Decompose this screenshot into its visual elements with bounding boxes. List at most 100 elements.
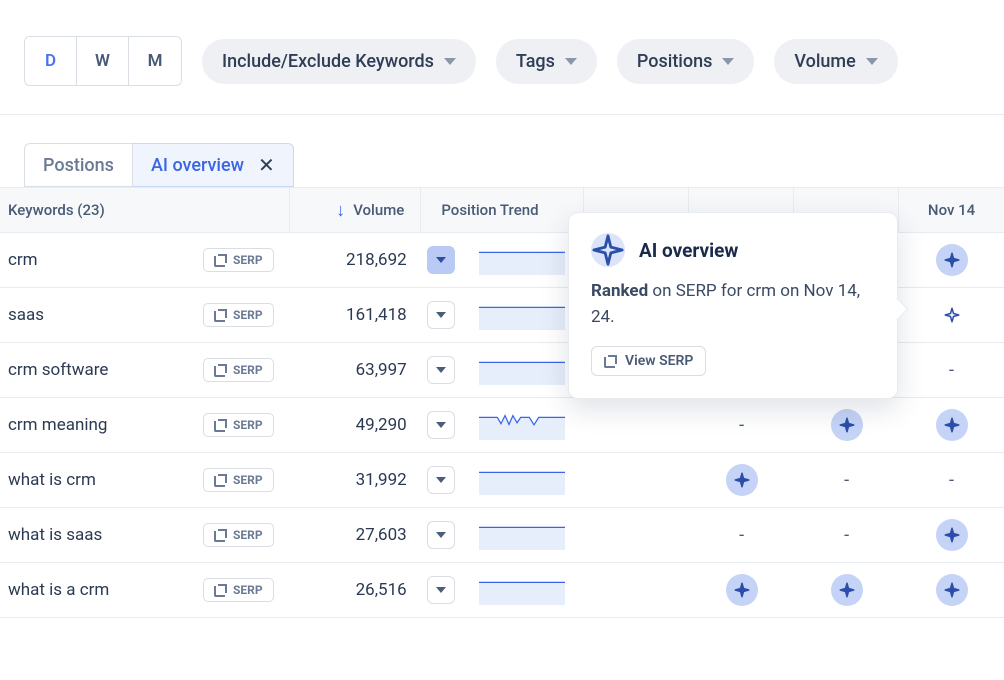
date-cell xyxy=(899,409,1004,441)
serp-label: SERP xyxy=(233,308,263,322)
keyword-text: crm software xyxy=(8,360,108,380)
serp-button[interactable]: SERP xyxy=(203,578,274,602)
expand-button[interactable] xyxy=(427,301,455,329)
volume-cell: 218,692 xyxy=(292,250,423,270)
period-toggle: D W M xyxy=(24,36,182,86)
expand-cell xyxy=(423,301,460,329)
volume-cell: 26,516 xyxy=(292,580,423,600)
expand-button[interactable] xyxy=(427,521,455,549)
header-count: (23) xyxy=(74,201,105,219)
volume-cell: 27,603 xyxy=(292,525,423,545)
expand-button[interactable] xyxy=(427,576,455,604)
expand-button[interactable] xyxy=(427,246,455,274)
period-m[interactable]: M xyxy=(129,37,181,85)
external-link-icon xyxy=(214,529,227,542)
chevron-down-icon xyxy=(565,58,577,65)
view-tabs: Postions AI overview ✕ xyxy=(0,115,1004,187)
popover-ranked: Ranked xyxy=(591,281,648,301)
view-serp-button[interactable]: View SERP xyxy=(591,346,706,376)
expand-cell xyxy=(423,246,460,274)
header-volume[interactable]: ↓ Volume xyxy=(290,188,421,232)
expand-button[interactable] xyxy=(427,411,455,439)
date-cell xyxy=(899,299,1004,331)
serp-label: SERP xyxy=(233,418,263,432)
date-cell xyxy=(899,244,1004,276)
expand-cell xyxy=(423,411,460,439)
expand-cell xyxy=(423,466,460,494)
serp-label: SERP xyxy=(233,473,263,487)
table-row: crm meaning SERP 49,290 - xyxy=(0,398,1004,453)
tab-label: AI overview xyxy=(151,155,244,176)
serp-button[interactable]: SERP xyxy=(203,468,274,492)
sparkle-icon xyxy=(936,244,968,276)
keyword-text: saas xyxy=(8,305,44,325)
date-cell: - xyxy=(689,525,794,546)
header-label: Keywords xyxy=(8,201,74,219)
date-cell xyxy=(689,574,794,606)
popover-title: AI overview xyxy=(639,239,738,262)
volume-cell: 63,997 xyxy=(292,360,423,380)
filter-volume[interactable]: Volume xyxy=(774,39,897,84)
sparkle-icon xyxy=(936,519,968,551)
close-icon[interactable]: ✕ xyxy=(258,153,275,177)
filter-positions[interactable]: Positions xyxy=(617,39,755,84)
date-cell: - xyxy=(794,525,899,546)
header-date-3[interactable]: Nov 14 xyxy=(899,188,1004,232)
chevron-down-icon xyxy=(436,257,446,263)
keyword-cell: what is crmSERP xyxy=(0,468,292,492)
top-controls: D W M Include/Exclude Keywords Tags Posi… xyxy=(0,0,1004,115)
popover-header: AI overview xyxy=(591,233,875,267)
chevron-down-icon xyxy=(436,422,446,428)
date-cell: - xyxy=(899,360,1004,381)
date-cell: - xyxy=(689,415,794,436)
keyword-cell: what is a crm SERP xyxy=(0,578,292,602)
chevron-down-icon xyxy=(444,58,456,65)
external-link-icon xyxy=(214,584,227,597)
keyword-cell: crm meaning SERP xyxy=(0,413,292,437)
chevron-down-icon xyxy=(866,58,878,65)
keyword-text: what is a crm xyxy=(8,580,109,600)
serp-label: SERP xyxy=(233,363,263,377)
date-cell xyxy=(794,409,899,441)
trend-cell xyxy=(460,410,584,440)
trend-cell xyxy=(460,300,584,330)
serp-label: SERP xyxy=(233,583,263,597)
chevron-down-icon xyxy=(436,477,446,483)
table-row: what is saas SERP 27,603 -- xyxy=(0,508,1004,563)
period-w[interactable]: W xyxy=(77,37,129,85)
period-d[interactable]: D xyxy=(25,37,77,85)
keyword-cell: saas SERP xyxy=(0,303,292,327)
date-cell: - xyxy=(899,470,1004,491)
serp-button[interactable]: SERP xyxy=(203,523,274,547)
tab-ai-overview[interactable]: AI overview ✕ xyxy=(133,143,294,187)
popover-body: Ranked on SERP for crm on Nov 14, 24. xyxy=(591,279,875,330)
serp-label: SERP xyxy=(233,253,263,267)
date-cell xyxy=(794,574,899,606)
sparkle-icon xyxy=(936,574,968,606)
header-position-trend[interactable]: Position Trend xyxy=(421,188,584,232)
sparkle-icon xyxy=(831,409,863,441)
expand-cell xyxy=(423,356,460,384)
keyword-text: crm meaning xyxy=(8,415,107,435)
filter-tags[interactable]: Tags xyxy=(496,39,597,84)
serp-button[interactable]: SERP xyxy=(203,303,274,327)
serp-button[interactable]: SERP xyxy=(203,413,274,437)
keyword-text: what is saas xyxy=(8,525,102,545)
serp-button[interactable]: SERP xyxy=(203,358,274,382)
tab-positions[interactable]: Postions xyxy=(24,143,133,187)
sparkle-icon xyxy=(726,574,758,606)
table-row: what is a crm SERP 26,516 xyxy=(0,563,1004,618)
volume-cell: 49,290 xyxy=(292,415,423,435)
header-keywords[interactable]: Keywords (23) xyxy=(0,188,290,232)
serp-label: SERP xyxy=(233,528,263,542)
external-link-icon xyxy=(604,355,617,368)
trend-cell xyxy=(460,355,584,385)
sparkle-icon xyxy=(726,464,758,496)
chevron-down-icon xyxy=(436,587,446,593)
external-link-icon xyxy=(214,419,227,432)
filter-include-exclude[interactable]: Include/Exclude Keywords xyxy=(202,39,476,84)
expand-button[interactable] xyxy=(427,356,455,384)
sparkle-icon xyxy=(936,409,968,441)
serp-button[interactable]: SERP xyxy=(203,248,274,272)
expand-button[interactable] xyxy=(427,466,455,494)
